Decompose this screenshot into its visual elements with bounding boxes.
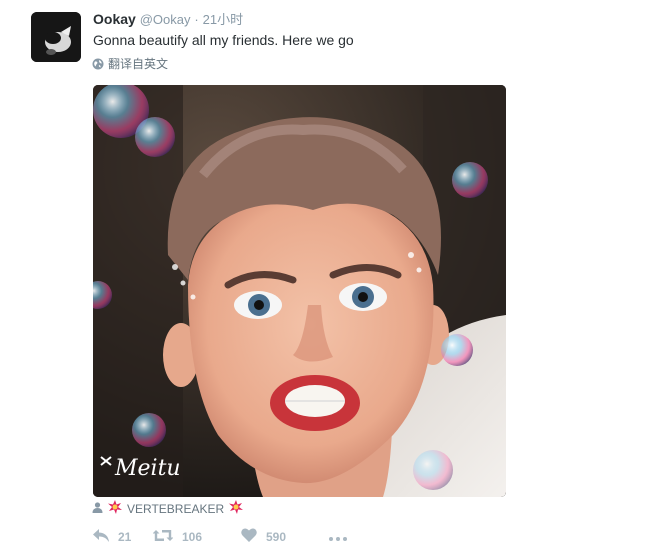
person-icon <box>92 501 103 516</box>
like-button[interactable]: 590 <box>241 528 329 545</box>
globe-icon <box>92 58 104 70</box>
retweet-count: 106 <box>182 529 203 544</box>
tweet-header: Ookay @Ookay · 21小时 <box>93 10 243 29</box>
meitu-watermark: Meitu <box>114 456 181 481</box>
tweet-text: Gonna beautify all my friends. Here we g… <box>93 32 354 48</box>
burst-emoji-icon <box>229 500 244 517</box>
more-icon <box>329 530 347 544</box>
tweet-timestamp[interactable]: 21小时 <box>203 12 243 27</box>
retweet-icon <box>152 529 174 545</box>
avatar-image <box>31 12 81 62</box>
photo-tag[interactable]: VERTEBREAKER <box>92 500 244 517</box>
retweet-button[interactable]: 106 <box>152 529 241 545</box>
reply-button[interactable]: 21 <box>93 528 153 545</box>
author-name[interactable]: Ookay <box>93 11 136 27</box>
more-button[interactable] <box>329 530 359 544</box>
header-separator: · <box>194 12 199 27</box>
reply-icon <box>93 528 109 545</box>
author-handle[interactable]: @Ookay <box>140 12 191 27</box>
tagged-user-name: VERTEBREAKER <box>127 501 225 516</box>
author-avatar[interactable] <box>31 12 81 62</box>
tweet-actions: 21 106 590 <box>93 528 359 545</box>
translate-link[interactable]: 翻译自英文 <box>92 55 168 72</box>
reply-count: 21 <box>118 529 132 544</box>
translate-label: 翻译自英文 <box>108 57 169 71</box>
heart-icon <box>241 528 257 545</box>
burst-emoji-icon <box>108 500 122 517</box>
like-count: 590 <box>266 529 287 544</box>
photo-image: Meitu <box>93 85 506 497</box>
tweet-photo[interactable]: Meitu <box>93 85 506 497</box>
